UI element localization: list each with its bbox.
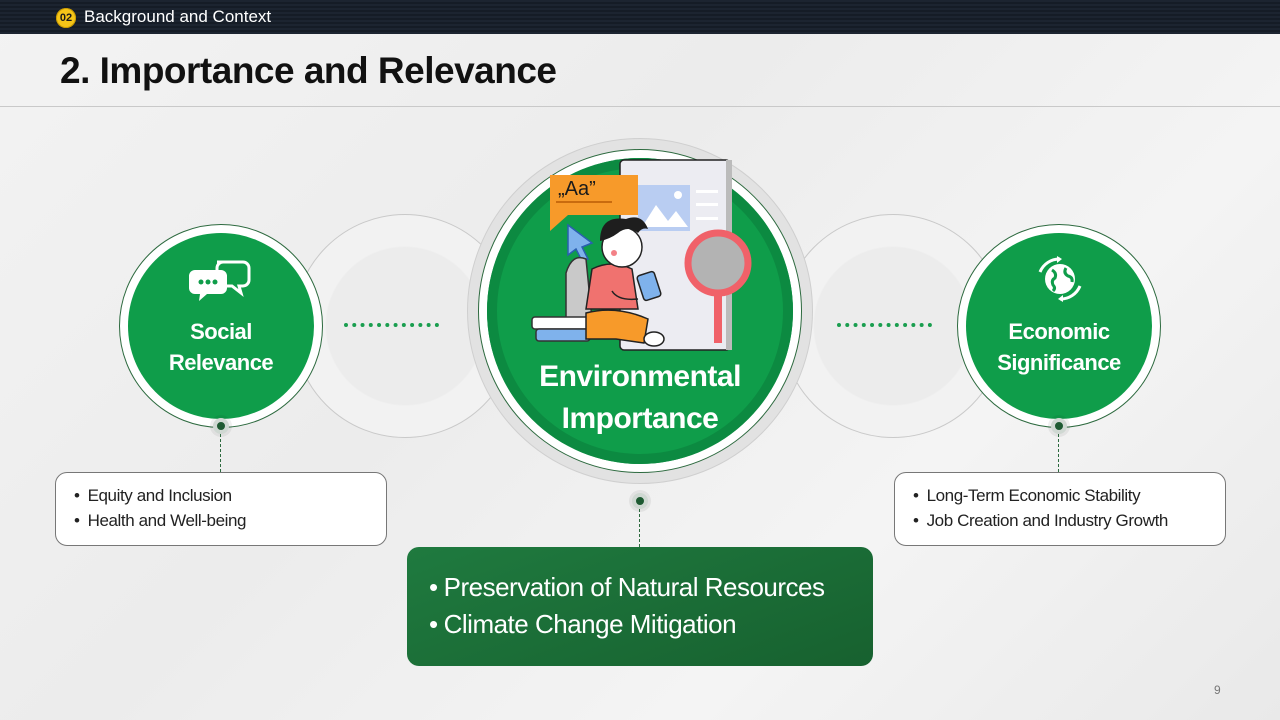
list-item: Job Creation and Industry Growth	[913, 508, 1207, 533]
economic-label-line1: Economic	[1008, 319, 1110, 344]
environmental-connector-line	[639, 509, 640, 547]
section-number-badge: 02	[56, 8, 76, 28]
social-bullet-list: Equity and Inclusion Health and Well-bei…	[74, 483, 368, 533]
economic-significance-label: Economic Significance	[977, 316, 1141, 378]
social-label-line2: Relevance	[168, 350, 274, 375]
environmental-connector-node	[632, 493, 648, 509]
environmental-bullet-list: Preservation of Natural Resources Climat…	[429, 569, 851, 643]
list-item: Equity and Inclusion	[74, 483, 368, 508]
social-relevance-info-box: Equity and Inclusion Health and Well-bei…	[55, 472, 387, 546]
environmental-label-line2: Importance	[561, 402, 719, 435]
social-label-line1: Social	[190, 319, 252, 344]
environmental-importance-info-box: Preservation of Natural Resources Climat…	[407, 547, 873, 666]
dotted-connector-right	[837, 323, 932, 327]
economic-connector-node	[1051, 418, 1067, 434]
list-item: Health and Well-being	[74, 508, 368, 533]
dotted-connector-left	[344, 323, 439, 327]
social-connector-node	[213, 418, 229, 434]
environmental-label-line1: Environmental	[539, 360, 741, 393]
illustration-text: „Aa”	[558, 178, 596, 200]
social-connector-line	[220, 434, 221, 472]
economic-label-line2: Significance	[997, 350, 1121, 375]
person-reading-tablet-illustration: „Aa”	[528, 155, 758, 355]
globe-recycle-icon	[1032, 256, 1088, 302]
title-divider	[0, 106, 1280, 107]
section-title: Background and Context	[84, 7, 272, 26]
page-title: 2. Importance and Relevance	[60, 50, 557, 91]
list-item: Preservation of Natural Resources	[429, 569, 851, 606]
environmental-importance-label: Environmental Importance	[490, 356, 790, 440]
economic-connector-line	[1058, 434, 1059, 472]
page-number: 9	[1214, 683, 1221, 697]
economic-significance-info-box: Long-Term Economic Stability Job Creatio…	[894, 472, 1226, 546]
list-item: Long-Term Economic Stability	[913, 483, 1207, 508]
social-relevance-label: Social Relevance	[139, 316, 303, 378]
economic-bullet-list: Long-Term Economic Stability Job Creatio…	[913, 483, 1207, 533]
chat-bubbles-icon	[189, 256, 251, 302]
list-item: Climate Change Mitigation	[429, 606, 851, 643]
